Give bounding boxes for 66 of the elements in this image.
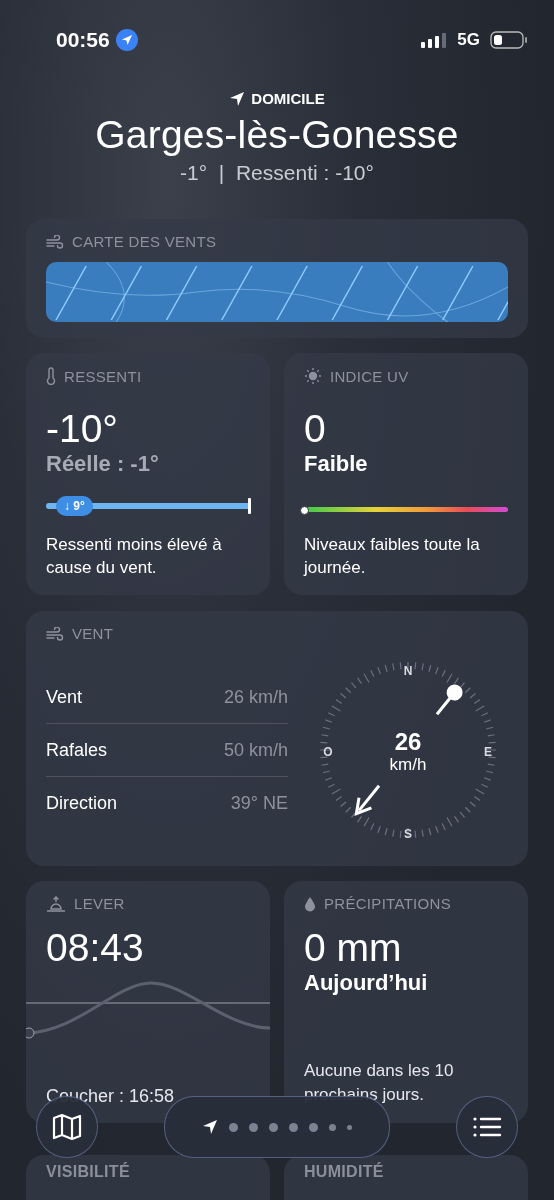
wind-row-label: Rafales — [46, 739, 108, 761]
battery-icon — [490, 31, 528, 49]
wind-card[interactable]: VENT Vent 26 km/h Rafales 50 km/h Direction 39° NE N E S O 26 km/h — [26, 611, 528, 866]
precipitation-description: Aucune dans les 10 prochains jours. — [304, 1060, 455, 1106]
wind-icon — [46, 626, 64, 641]
uv-index-card[interactable]: INDICE UV 0 Faible Niveaux faibles toute la journée. — [284, 353, 528, 595]
network-type: 5G — [457, 30, 480, 50]
card-title: HUMIDITÉ — [304, 1163, 384, 1180]
page-dot[interactable] — [347, 1124, 352, 1130]
uv-description: Niveaux faibles toute la journée. — [304, 534, 481, 579]
card-title: VISIBILITÉ — [46, 1163, 130, 1180]
compass-label: N — [403, 664, 413, 678]
location-arrow-icon — [229, 90, 246, 107]
location-icon — [115, 29, 138, 51]
card-title: PRÉCIPITATIONS — [324, 895, 451, 912]
page-dot[interactable] — [229, 1122, 238, 1132]
sunset-time: Coucher : 16:58 — [45, 1086, 176, 1107]
sunrise-time: 08:43 — [46, 926, 145, 970]
place-label: DOMICILE — [251, 90, 325, 107]
map-icon — [52, 1113, 82, 1141]
status-time: 00:56 — [56, 28, 110, 52]
weather-card[interactable]: VISIBILITÉ — [26, 1155, 270, 1200]
wind-icon — [46, 234, 64, 249]
card-title: RESSENTI — [64, 367, 142, 385]
compass-label: S — [404, 827, 412, 841]
wind-speed: 26 — [394, 728, 422, 755]
thermometer-icon — [46, 367, 56, 385]
sun-icon — [304, 367, 322, 385]
list-icon — [472, 1116, 502, 1138]
page-dot[interactable] — [269, 1122, 278, 1132]
wind-row-value: 26 km/h — [223, 686, 288, 708]
location-page-icon[interactable] — [202, 1119, 218, 1135]
page-dot[interactable] — [249, 1122, 258, 1132]
precipitation-period: Aujourd’hui — [304, 970, 429, 996]
weather-card[interactable]: HUMIDITÉ — [284, 1155, 528, 1200]
sunrise-icon — [46, 895, 66, 912]
wind-unit: km/h — [389, 755, 427, 774]
feels-like-description: Ressenti moins élevé à cause du vent. — [46, 534, 223, 579]
feels-like-card[interactable]: RESSENTI -10° Réelle : -1° ↓ 9° Ressenti moins élevé à cause du vent. — [26, 353, 270, 595]
card-title: LEVER — [74, 895, 125, 912]
temperature-summary: -1° | Ressenti : -10° — [180, 161, 374, 185]
sunrise-card[interactable]: LEVER 08:43 Coucher : 16:58 — [26, 881, 270, 1123]
uv-rating: Faible — [304, 451, 369, 477]
drop-icon — [304, 895, 316, 912]
card-title: VENT — [72, 625, 114, 642]
wind-row-value: 39° NE — [230, 792, 288, 814]
page-dot[interactable] — [329, 1123, 336, 1131]
wind-row-label: Vent — [46, 686, 83, 708]
difference-badge: ↓ 9° — [56, 496, 93, 516]
track-end-marker — [248, 498, 251, 514]
wind-row-label: Direction — [46, 792, 118, 814]
precipitation-card[interactable]: PRÉCIPITATIONS 0 mm Aujourd’hui Aucune dans les 10 prochains jours. — [284, 881, 528, 1123]
compass-label: O — [323, 745, 333, 759]
signal-icon — [421, 32, 448, 48]
feels-like-value: -10° — [46, 407, 119, 451]
page-dot[interactable] — [289, 1122, 298, 1132]
card-title: INDICE UV — [330, 367, 409, 385]
wind-map-card[interactable]: CARTE DES VENTS — [26, 219, 528, 338]
compass-label: E — [484, 745, 492, 759]
card-title: CARTE DES VENTS — [72, 233, 217, 250]
actual-temperature: Réelle : -1° — [46, 451, 160, 477]
city-name: Garges-lès-Gonesse — [95, 113, 459, 157]
wind-row-value: 50 km/h — [223, 739, 288, 761]
uv-value: 0 — [304, 407, 327, 451]
precipitation-value: 0 mm — [304, 926, 403, 970]
page-dot[interactable] — [309, 1122, 318, 1132]
